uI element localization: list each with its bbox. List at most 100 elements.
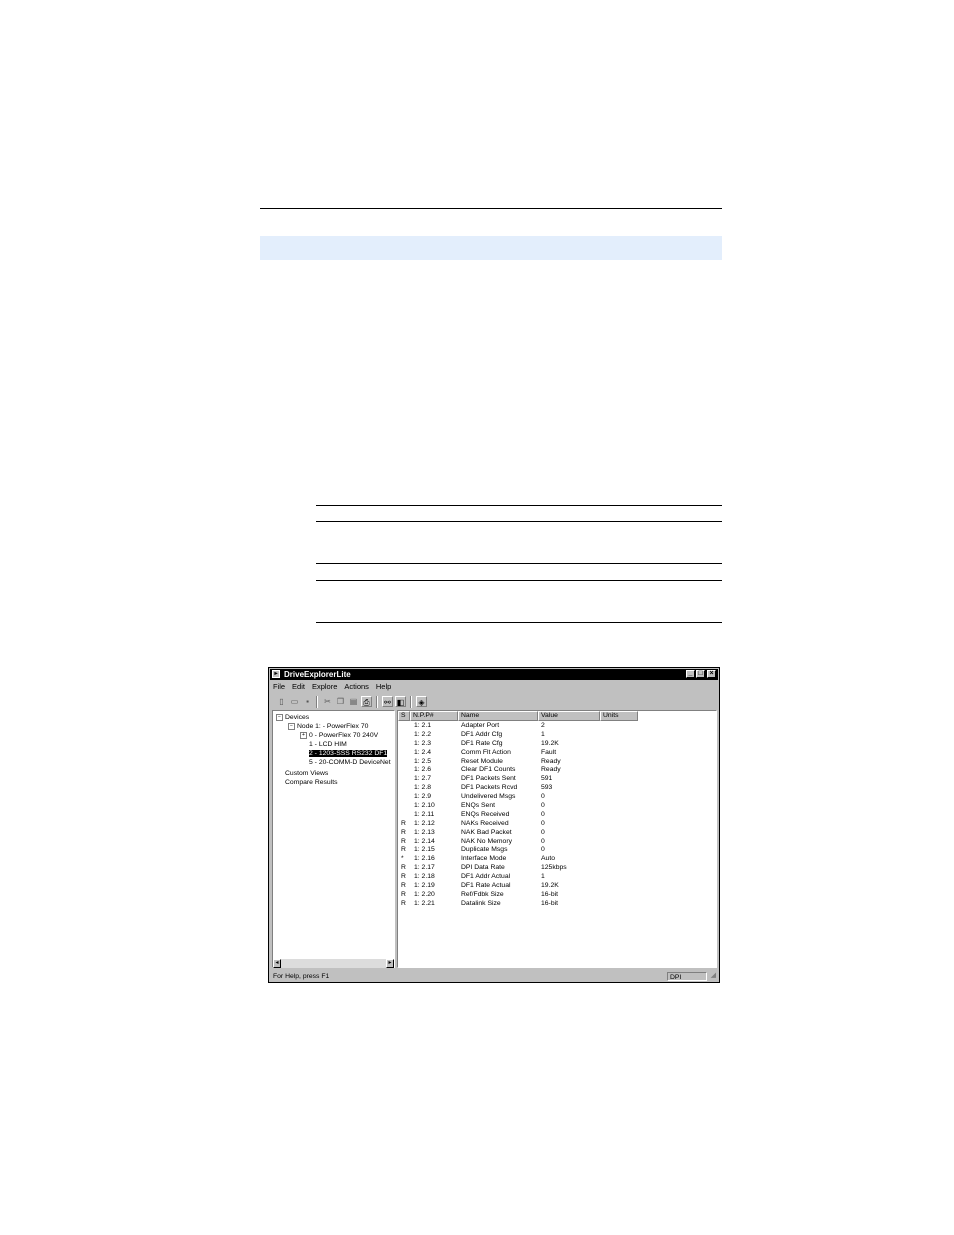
table-row[interactable]: 1: 2.4 Comm Flt Action Fault (398, 749, 716, 758)
table-row[interactable]: 1: 2.10 ENQs Sent 0 (398, 802, 716, 811)
cell-npp: 1: 2.11 (414, 810, 435, 818)
menu-edit[interactable]: Edit (292, 682, 305, 692)
cell-status: R (401, 819, 406, 827)
status-bar: For Help, press F1 DPI ◢ (271, 971, 717, 982)
collapse-icon[interactable]: − (288, 723, 295, 730)
cell-value: Ready (541, 757, 561, 765)
scroll-right-icon[interactable]: ▸ (386, 959, 394, 968)
cell-name: Clear DF1 Counts (461, 766, 516, 774)
cell-name: DF1 Packets Sent (461, 775, 516, 783)
cell-npp: 1: 2.13 (414, 828, 435, 836)
cell-npp: 1: 2.12 (414, 819, 435, 827)
table-row[interactable]: R 1: 2.17 DPI Data Rate 125kbps (398, 864, 716, 873)
table-row[interactable]: 1: 2.9 Undelivered Msgs 0 (398, 793, 716, 802)
cell-name: NAK No Memory (461, 837, 512, 845)
column-header-npp[interactable]: N.P.P# (410, 711, 458, 721)
new-icon[interactable]: ▯ (276, 696, 287, 707)
tree-horizontal-scrollbar[interactable]: ◂ ▸ (273, 959, 394, 968)
cell-name: Ref/Fdbk Size (461, 890, 504, 898)
scroll-left-icon[interactable]: ◂ (273, 959, 281, 968)
cell-status: R (401, 873, 406, 881)
cell-npp: 1: 2.2 (414, 730, 432, 738)
tree-item-custom-views[interactable]: Custom Views (285, 770, 328, 778)
table-row[interactable]: R 1: 2.18 DF1 Addr Actual 1 (398, 873, 716, 882)
toolbar-separator (376, 696, 378, 708)
tree-item-rs232[interactable]: 2 - 1203-SSS RS232 DF1 (309, 750, 388, 758)
cell-value: 125kbps (541, 864, 567, 872)
expand-icon[interactable]: + (300, 732, 307, 739)
table-row[interactable]: 1: 2.8 DF1 Packets Rcvd 593 (398, 784, 716, 793)
cell-name: DF1 Addr Cfg (461, 730, 503, 738)
table-row[interactable]: 1: 2.2 DF1 Addr Cfg 1 (398, 731, 716, 740)
cell-value: 0 (541, 810, 545, 818)
table-row[interactable]: R 1: 2.15 Duplicate Msgs 0 (398, 846, 716, 855)
table-row[interactable]: R 1: 2.20 Ref/Fdbk Size 16-bit (398, 891, 716, 900)
maximize-button[interactable]: □ (696, 670, 705, 678)
copy-icon[interactable]: ❐ (335, 696, 346, 707)
menu-file[interactable]: File (273, 682, 285, 692)
table-row[interactable]: R 1: 2.12 NAKs Received 0 (398, 820, 716, 829)
cell-status: * (401, 855, 404, 863)
table-row[interactable]: R 1: 2.19 DF1 Rate Actual 19.2K (398, 882, 716, 891)
cell-npp: 1: 2.5 (414, 757, 432, 765)
table-row[interactable]: 1: 2.6 Clear DF1 Counts Ready (398, 766, 716, 775)
table-row[interactable]: 1: 2.3 DF1 Rate Cfg 19.2K (398, 740, 716, 749)
cell-value: 591 (541, 775, 553, 783)
tree-item-devicenet[interactable]: 5 - 20-COMM-D DeviceNet (309, 759, 391, 767)
cell-npp: 1: 2.20 (414, 890, 435, 898)
cell-status: R (401, 882, 406, 890)
column-header-units[interactable]: Units (600, 711, 638, 721)
cell-status: R (401, 864, 406, 872)
paste-icon[interactable]: ▤ (348, 696, 359, 707)
tree-item-devices[interactable]: − Devices (276, 714, 309, 722)
cell-npp: 1: 2.7 (414, 775, 432, 783)
properties-icon[interactable]: ◧ (395, 696, 406, 707)
cell-name: Undelivered Msgs (461, 793, 516, 801)
menu-explore[interactable]: Explore (312, 682, 337, 692)
collapse-icon[interactable]: − (276, 714, 283, 721)
table-row[interactable]: 1: 2.11 ENQs Received 0 (398, 811, 716, 820)
table-row[interactable]: R 1: 2.13 NAK Bad Packet 0 (398, 829, 716, 838)
cell-value: 1 (541, 873, 545, 881)
table-row[interactable]: 1: 2.5 Reset Module Ready (398, 758, 716, 767)
cell-value: 0 (541, 846, 545, 854)
cut-icon[interactable]: ✂ (322, 696, 333, 707)
help-icon[interactable]: ◈ (416, 696, 427, 707)
parameter-list[interactable]: S N.P.P# Name Value Units 1: 2.1 Adapter … (397, 710, 717, 968)
open-icon[interactable]: ▭ (289, 696, 300, 707)
table-rule-4 (316, 580, 722, 581)
menu-actions[interactable]: Actions (344, 682, 369, 692)
app-icon[interactable]: ▸ (272, 670, 280, 678)
table-row[interactable]: R 1: 2.21 Datalink Size 16-bit (398, 900, 716, 909)
title-bar[interactable]: ▸ DriveExplorerLite _ □ × (270, 669, 718, 680)
column-header-name[interactable]: Name (458, 711, 538, 721)
cell-name: NAKs Received (461, 819, 509, 827)
cell-name: DF1 Rate Actual (461, 882, 511, 890)
menu-help[interactable]: Help (376, 682, 391, 692)
cell-name: DF1 Packets Rcvd (461, 784, 518, 792)
close-button[interactable]: × (707, 670, 716, 678)
column-header-s[interactable]: S (398, 711, 410, 721)
cell-status: R (401, 828, 406, 836)
save-icon[interactable]: ▪ (302, 696, 313, 707)
table-row[interactable]: 1: 2.7 DF1 Packets Sent 591 (398, 775, 716, 784)
cell-npp: 1: 2.4 (414, 748, 432, 756)
cell-status: R (401, 837, 406, 845)
cell-value: 0 (541, 793, 545, 801)
tree-item-powerflex[interactable]: +0 - PowerFlex 70 240V (300, 732, 378, 740)
resize-grip-icon[interactable]: ◢ (711, 970, 716, 981)
tree-item-lcd-him[interactable]: 1 - LCD HIM (309, 741, 347, 749)
tree-item-compare-results[interactable]: Compare Results (285, 779, 338, 787)
print-icon[interactable]: ⎙ (361, 696, 372, 707)
cell-value: 0 (541, 828, 545, 836)
tree-item-node[interactable]: − Node 1: - PowerFlex 70 (288, 723, 368, 731)
table-row[interactable]: 1: 2.1 Adapter Port 2 (398, 722, 716, 731)
column-header-value[interactable]: Value (538, 711, 600, 721)
minimize-button[interactable]: _ (686, 670, 695, 678)
table-row[interactable]: * 1: 2.16 Interface Mode Auto (398, 855, 716, 864)
device-tree[interactable]: − Devices − Node 1: - PowerFlex 70 +0 - Po… (272, 710, 395, 968)
table-row[interactable]: R 1: 2.14 NAK No Memory 0 (398, 838, 716, 847)
cell-value: 1 (541, 730, 545, 738)
connect-icon[interactable]: ⚯ (382, 696, 393, 707)
cell-name: Adapter Port (461, 722, 500, 729)
